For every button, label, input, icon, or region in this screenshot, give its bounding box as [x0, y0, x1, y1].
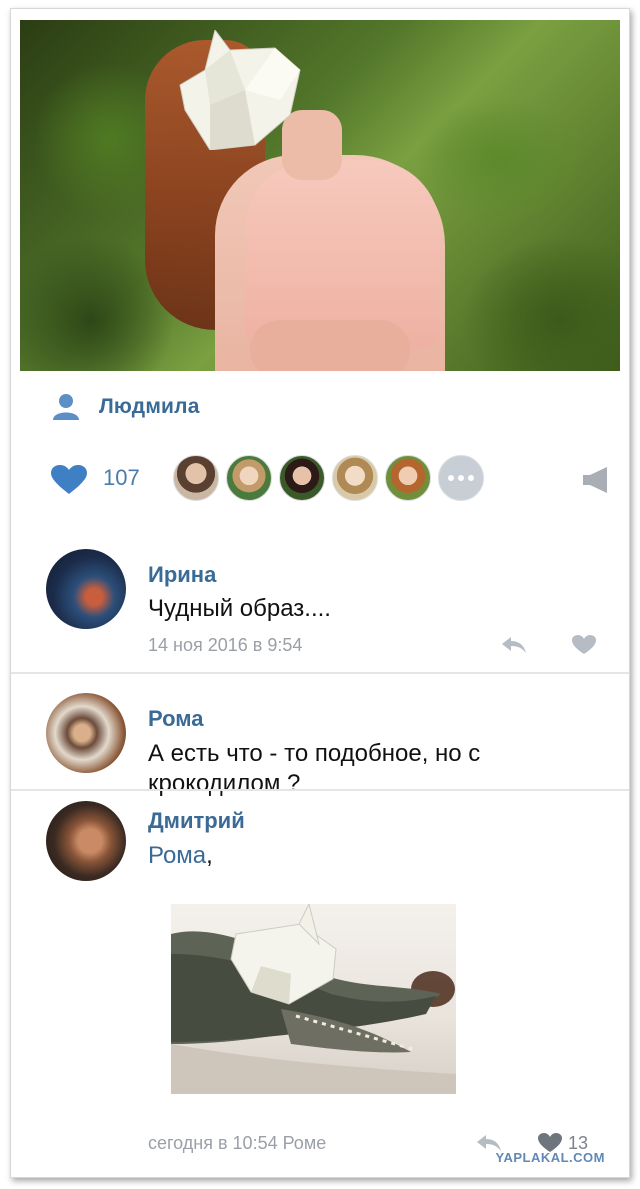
post-card: Людмила 107 Ирина Чудный образ.... 14 но…: [10, 8, 630, 1178]
divider: [11, 789, 629, 791]
heart-icon[interactable]: [51, 465, 87, 495]
comment: Ирина Чудный образ.... 14 ноя 2016 в 9:5…: [46, 549, 606, 669]
comment-text: Чудный образ....: [148, 595, 331, 622]
attached-photo[interactable]: [171, 904, 456, 1094]
comment-timestamp: сегодня в 10:54 Роме: [148, 1133, 327, 1153]
comment-author[interactable]: Ирина: [148, 562, 216, 588]
paper-mask: [179, 30, 301, 150]
likes-count[interactable]: 107: [103, 465, 140, 491]
like-icon[interactable]: [572, 635, 596, 655]
photo-arm: [250, 320, 410, 371]
person-icon: [53, 394, 79, 420]
comment-text: Рома,: [148, 842, 213, 869]
liker-avatars: [173, 455, 491, 501]
megaphone-icon[interactable]: [581, 467, 611, 493]
post-author[interactable]: Людмила: [51, 392, 200, 422]
crocodile-image: [171, 904, 456, 1094]
more-likers-button[interactable]: [438, 455, 484, 501]
comment-author[interactable]: Дмитрий: [148, 808, 245, 834]
comment-author[interactable]: Рома: [148, 706, 204, 732]
post-photo[interactable]: [20, 20, 620, 371]
comment: Рома А есть что - то подобное, но с крок…: [46, 693, 606, 797]
divider: [11, 672, 629, 674]
liker-avatar[interactable]: [173, 455, 219, 501]
avatar[interactable]: [46, 801, 126, 881]
avatar[interactable]: [46, 549, 126, 629]
mention-link[interactable]: Рома: [148, 842, 206, 869]
more-icon: [448, 475, 454, 481]
watermark: YAPLAKAL.COM: [495, 1150, 605, 1165]
comment-timestamp: 14 ноя 2016 в 9:54: [148, 635, 303, 655]
post-author-name: Людмила: [99, 395, 200, 418]
avatar[interactable]: [46, 693, 126, 773]
likes-row: 107: [51, 455, 611, 503]
liker-avatar[interactable]: [226, 455, 272, 501]
liker-avatar[interactable]: [279, 455, 325, 501]
liker-avatar[interactable]: [385, 455, 431, 501]
liker-avatar[interactable]: [332, 455, 378, 501]
reply-icon[interactable]: [501, 635, 527, 655]
